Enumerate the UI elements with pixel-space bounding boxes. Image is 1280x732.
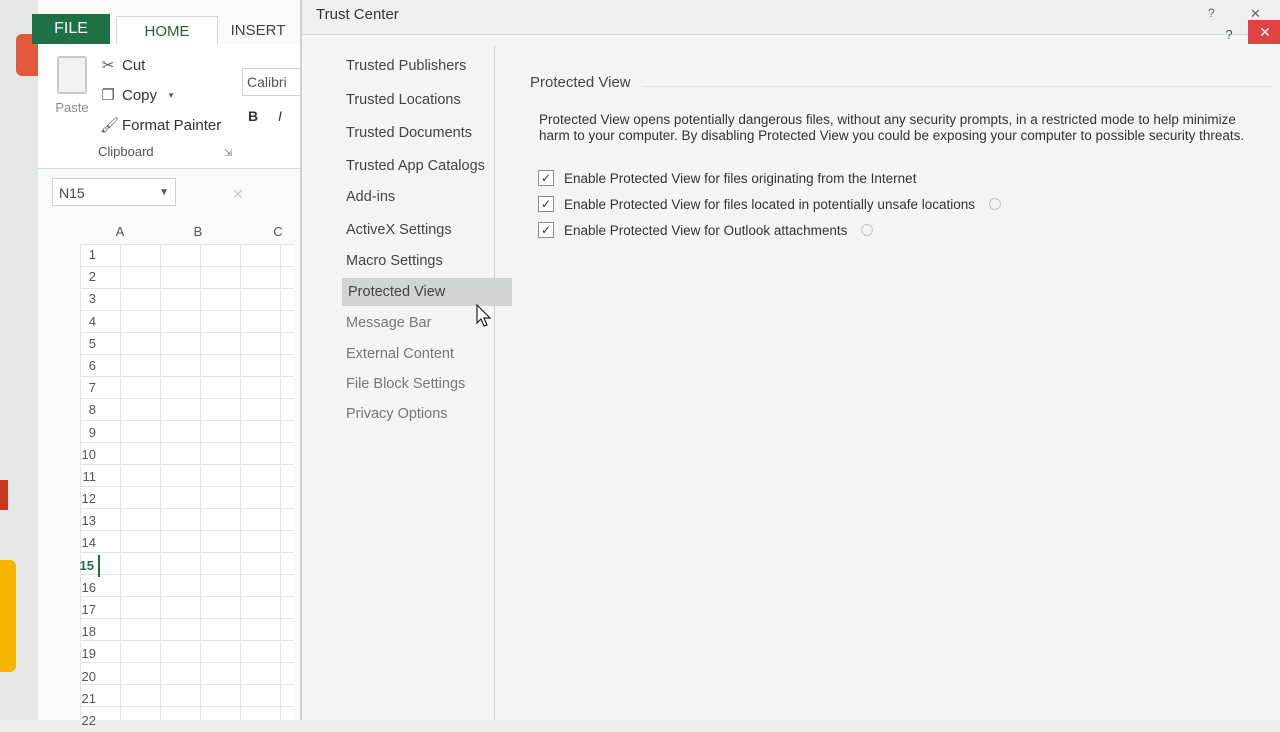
nav-item-trusted-app-catalogs[interactable]: Trusted App Catalogs bbox=[340, 152, 491, 180]
nav-item-privacy-options[interactable]: Privacy Options bbox=[340, 400, 454, 428]
ribbon-tabs: FILE HOME INSERT bbox=[32, 14, 300, 45]
nav-item-activex-settings[interactable]: ActiveX Settings bbox=[340, 216, 458, 244]
column-header-a[interactable]: A bbox=[110, 224, 130, 244]
mouse-cursor-icon bbox=[476, 304, 492, 327]
option-unsafe-locations-label: Enable Protected View for files located … bbox=[564, 196, 975, 212]
row-header[interactable]: 12 bbox=[52, 488, 100, 510]
row-header[interactable]: 13 bbox=[52, 510, 100, 532]
nav-item-trusted-locations[interactable]: Trusted Locations bbox=[340, 86, 467, 114]
dialog-titlebar[interactable]: Trust Center ? ✕ ? ✕ bbox=[302, 0, 1280, 44]
option-internet-files[interactable]: ✓ Enable Protected View for files origin… bbox=[538, 170, 916, 186]
row-header[interactable]: 9 bbox=[52, 422, 100, 444]
checkbox-unsafe-locations[interactable]: ✓ bbox=[538, 196, 554, 212]
row-header[interactable]: 8 bbox=[52, 399, 100, 421]
column-header-c[interactable]: C bbox=[268, 224, 288, 244]
row-header[interactable]: 16 bbox=[52, 577, 100, 599]
italic-button[interactable]: I bbox=[278, 108, 282, 124]
row-header[interactable]: 15 bbox=[52, 554, 100, 577]
row-headers: 1 2 3 4 5 6 7 8 9 10 11 12 13 14 15 16 17 18 19 20 21 22 bbox=[52, 244, 100, 732]
cut-button[interactable]: ✂ Cut bbox=[100, 56, 146, 75]
chevron-down-icon: ▼ bbox=[159, 187, 169, 198]
row-header[interactable]: 6 bbox=[52, 355, 100, 377]
nav-item-macro-settings[interactable]: Macro Settings bbox=[340, 247, 449, 275]
help-button[interactable]: ? bbox=[1220, 24, 1238, 44]
info-icon[interactable] bbox=[861, 224, 874, 236]
bold-button[interactable]: B bbox=[248, 108, 258, 124]
worksheet-grid[interactable] bbox=[80, 244, 294, 720]
format-painter-button[interactable]: 🖌 Format Painter bbox=[100, 116, 222, 135]
clipboard-icon bbox=[57, 56, 87, 94]
nav-item-add-ins[interactable]: Add-ins bbox=[340, 183, 401, 211]
nav-item-protected-view[interactable]: Protected View bbox=[342, 278, 512, 306]
paste-button[interactable]: Paste bbox=[50, 56, 94, 115]
row-header[interactable]: 14 bbox=[52, 532, 100, 554]
app-accent-red-small bbox=[0, 480, 8, 510]
app-accent-yellow bbox=[0, 560, 16, 672]
checkbox-internet-files[interactable]: ✓ bbox=[538, 170, 554, 186]
scissors-icon: ✂ bbox=[101, 57, 115, 74]
row-header[interactable]: 3 bbox=[52, 288, 100, 310]
copy-label: Copy bbox=[122, 86, 158, 104]
excel-window: FILE HOME INSERT Paste ✂ Cut ❐ Copy ▾ 🖌 … bbox=[0, 0, 320, 728]
cut-label: Cut bbox=[122, 56, 146, 74]
nav-item-message-bar[interactable]: Message Bar bbox=[340, 309, 437, 337]
chevron-down-icon: ▾ bbox=[168, 89, 174, 100]
row-header[interactable]: 17 bbox=[52, 599, 100, 621]
cancel-entry-icon[interactable]: ✕ bbox=[232, 186, 244, 203]
info-icon[interactable] bbox=[989, 198, 1001, 210]
dialog-launcher-icon[interactable]: ⇲ bbox=[224, 148, 232, 159]
protected-view-panel: Protected View Protected View opens pote… bbox=[504, 46, 1280, 720]
nav-item-file-block-settings[interactable]: File Block Settings bbox=[340, 370, 471, 398]
nav-item-trusted-documents[interactable]: Trusted Documents bbox=[340, 119, 478, 147]
close-button[interactable]: ✕ bbox=[1248, 20, 1280, 44]
section-divider bbox=[642, 86, 1272, 87]
row-header[interactable]: 10 bbox=[52, 444, 100, 466]
help-icon[interactable]: ? bbox=[1208, 6, 1215, 20]
paintbrush-icon: 🖌 bbox=[100, 117, 120, 134]
name-box-value: N15 bbox=[59, 185, 85, 201]
option-internet-files-label: Enable Protected View for files originat… bbox=[564, 170, 917, 186]
row-header[interactable]: 5 bbox=[52, 333, 100, 355]
row-header[interactable]: 21 bbox=[52, 688, 100, 710]
format-painter-label: Format Painter bbox=[122, 116, 222, 134]
tab-home[interactable]: HOME bbox=[116, 16, 218, 45]
ribbon-home: Paste ✂ Cut ❐ Copy ▾ 🖌 Format Painter Ca… bbox=[38, 44, 308, 169]
copy-button[interactable]: ❐ Copy ▾ bbox=[100, 86, 179, 105]
tab-file[interactable]: FILE bbox=[32, 14, 110, 44]
row-header[interactable]: 20 bbox=[52, 666, 100, 688]
row-header[interactable]: 19 bbox=[52, 643, 100, 665]
row-header[interactable]: 22 bbox=[52, 710, 100, 732]
row-header[interactable]: 4 bbox=[52, 311, 100, 333]
trust-center-dialog: Trust Center ? ✕ ? ✕ Trusted Publishers T… bbox=[300, 0, 1280, 720]
trust-center-nav: Trusted Publishers Trusted Locations Trust… bbox=[326, 46, 512, 720]
nav-item-trusted-publishers[interactable]: Trusted Publishers bbox=[340, 52, 472, 80]
section-title: Protected View bbox=[530, 74, 631, 91]
checkbox-outlook-attachments[interactable]: ✓ bbox=[538, 222, 554, 238]
row-header[interactable]: 18 bbox=[52, 621, 100, 643]
copy-icon: ❐ bbox=[101, 87, 115, 104]
row-header[interactable]: 1 bbox=[52, 244, 100, 266]
dialog-title: Trust Center bbox=[316, 6, 399, 23]
tab-insert[interactable]: INSERT bbox=[218, 16, 298, 44]
option-outlook-attachments-label: Enable Protected View for Outlook attach… bbox=[564, 222, 848, 238]
nav-item-external-content[interactable]: External Content bbox=[340, 340, 460, 368]
row-header[interactable]: 11 bbox=[52, 466, 100, 488]
option-outlook-attachments[interactable]: ✓ Enable Protected View for Outlook atta… bbox=[538, 222, 874, 238]
paste-label: Paste bbox=[55, 100, 89, 115]
option-unsafe-locations[interactable]: ✓ Enable Protected View for files locate… bbox=[538, 196, 1001, 212]
row-header[interactable]: 2 bbox=[52, 266, 100, 288]
font-name-box[interactable]: Calibri bbox=[242, 68, 308, 96]
section-description: Protected View opens potentially dangero… bbox=[539, 112, 1245, 143]
column-header-b[interactable]: B bbox=[188, 224, 208, 244]
clipboard-group-label: Clipboard bbox=[98, 144, 154, 159]
row-header[interactable]: 7 bbox=[52, 377, 100, 399]
name-box[interactable]: N15 ▼ bbox=[52, 178, 176, 206]
